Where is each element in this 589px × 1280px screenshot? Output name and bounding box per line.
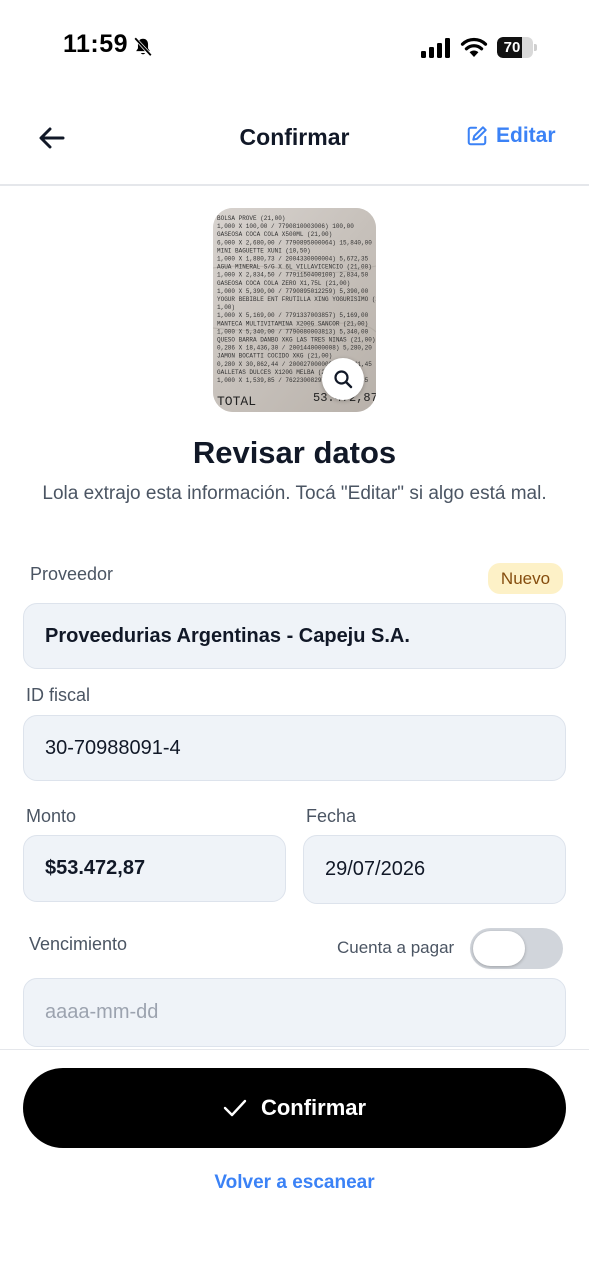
confirm-button[interactable]: Confirmar: [23, 1068, 566, 1148]
header-divider: [0, 184, 589, 186]
receipt-line: YOGUR BEBIBLE ENT FRUTILLA XING YOGURISI…: [217, 296, 376, 303]
receipt-line: MINI BAGUETTE XUNI (10,50): [217, 247, 311, 254]
receipt-line: JAMON BOCATTI COCIDO XKG (21,00): [217, 353, 332, 360]
date-label: Fecha: [306, 806, 357, 826]
receipt-line: BOLSA PROVE (21,00): [217, 215, 285, 222]
receipt-line: GASEOSA COCA COLA ZERO X1,75L (21,00): [217, 280, 350, 287]
tax-id-field[interactable]: 30-70988091-4: [23, 715, 566, 781]
cellular-signal-icon: [421, 38, 450, 58]
receipt-line: GASEOSA COCA COLA X500ML (21,00): [217, 231, 332, 238]
wifi-icon: [460, 37, 488, 57]
check-icon: [223, 1099, 247, 1117]
payable-toggle[interactable]: [470, 928, 563, 969]
receipt-line: 1,000 X 5,169,00 / 7791337003857) 5,169,…: [217, 312, 369, 319]
amount-label: Monto: [26, 806, 77, 826]
zoom-button[interactable]: [322, 358, 364, 400]
edit-icon: [467, 126, 487, 146]
receipt-line: 0,286 X 18,436,30 / 2001440000008) 5,280…: [217, 345, 372, 352]
provider-label: Proveedor: [30, 564, 114, 584]
confirm-label: Confirmar: [260, 1095, 367, 1120]
receipt-line: 1,000 X 2,834,50 / 7791150400100) 2,834,…: [217, 272, 369, 279]
review-heading: Revisar datos: [192, 435, 397, 470]
edit-label: Editar: [496, 124, 556, 147]
zoom-icon: [334, 370, 353, 389]
date-field[interactable]: 29/07/2026: [303, 835, 566, 904]
rescan-link[interactable]: Volver a escanear: [0, 1172, 589, 1194]
receipt-line: 1,000 X 100,00 / 7790810003006) 100,00: [217, 223, 354, 230]
status-time: 11:59: [63, 30, 129, 58]
receipt-line: MANTECA MULTIVITAMINA X200G SANCOR (21,0…: [217, 320, 368, 327]
footer-divider: [0, 1049, 589, 1050]
receipt-line: 1,000 X 1,880,73 / 2004330000004) 5,672,…: [217, 256, 369, 263]
provider-field[interactable]: Proveedurias Argentinas - Capeju S.A.: [23, 603, 566, 669]
due-date-field[interactable]: aaaa-mm-dd: [23, 978, 566, 1047]
receipt-line: 1,000 X 5,390,00 / 7790895012259) 5,390,…: [217, 288, 369, 295]
payable-toggle-label: Cuenta a pagar: [337, 938, 455, 957]
receipt-total-label: TOTAL: [217, 394, 256, 409]
tax-id-label: ID fiscal: [26, 685, 91, 705]
battery-icon: 70: [497, 37, 538, 58]
due-date-label: Vencimiento: [29, 934, 128, 954]
receipt-line: QUESO BARRA DANBO XKG LAS TRES NINAS (21…: [217, 337, 375, 344]
new-badge: Nuevo: [488, 563, 563, 594]
receipt-line: 6,000 X 2,680,00 / 7790895000064) 15,840…: [217, 239, 372, 246]
bell-slash-icon: [134, 37, 152, 57]
battery-percent: 70: [503, 39, 521, 56]
receipt-line: 1,00): [217, 304, 235, 311]
amount-field[interactable]: $53.472,87: [23, 835, 286, 902]
edit-button[interactable]: Editar: [466, 124, 556, 148]
receipt-line: 1,000 X 5,340,00 / 7790080003813) 5,340,…: [217, 328, 369, 335]
receipt-line: AGUA MINERAL S/G X 6L VILLAVICENCIO (21,…: [217, 264, 372, 271]
toggle-knob: [473, 931, 525, 966]
review-subtitle: Lola extrajo esta información. Tocá "Edi…: [42, 483, 547, 504]
